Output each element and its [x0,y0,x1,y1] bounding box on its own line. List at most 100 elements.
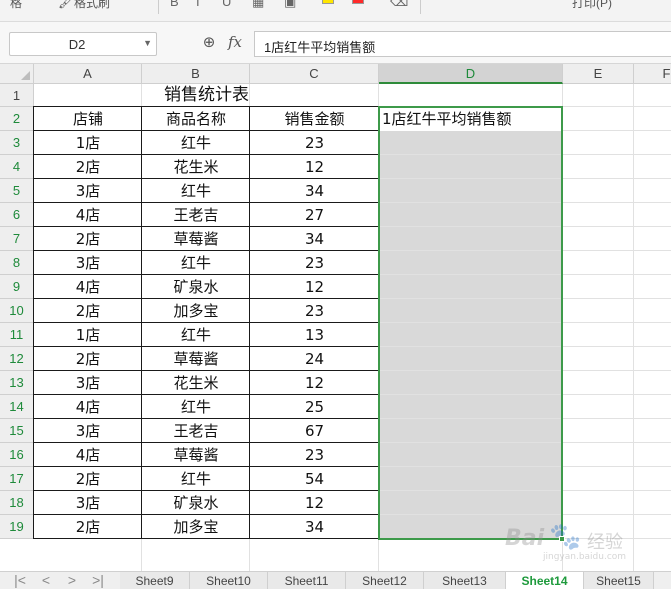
table-cell[interactable]: 25 [250,395,379,419]
table-cell[interactable]: 1店 [34,323,142,347]
table-cell[interactable]: 3店 [34,371,142,395]
toolbar-fragment-1[interactable]: 格 [10,0,22,11]
table-cell[interactable]: 4店 [34,395,142,419]
row-header-7[interactable]: 7 [0,227,34,251]
table-cell[interactable]: 红牛 [142,323,250,347]
row-header-5[interactable]: 5 [0,179,34,203]
row-header-16[interactable]: 16 [0,443,34,467]
next-icon[interactable]: > [64,572,80,589]
row-header-15[interactable]: 15 [0,419,34,443]
tab-sheet11[interactable]: Sheet11 [268,572,346,589]
table-cell[interactable]: 加多宝 [142,515,250,539]
chevron-down-icon[interactable]: ▼ [143,38,152,48]
table-cell[interactable]: 3店 [34,419,142,443]
sheet-title[interactable]: 销售统计表 [34,84,379,107]
table-cell[interactable]: 12 [250,155,379,179]
table-cell[interactable]: 红牛 [142,467,250,491]
table-cell[interactable]: 34 [250,179,379,203]
table-cell[interactable]: 12 [250,275,379,299]
first-icon[interactable]: |< [12,572,28,589]
table-cell[interactable]: 12 [250,371,379,395]
table-cell[interactable]: 67 [250,419,379,443]
table-cell[interactable]: 1店 [34,131,142,155]
table-cell[interactable]: 花生米 [142,371,250,395]
table-cell[interactable]: 2店 [34,155,142,179]
table-cell[interactable]: 红牛 [142,251,250,275]
border-icon[interactable]: ▦ [252,0,264,10]
toolbar-fragment-2[interactable]: 格式刷 [74,0,110,11]
toolbar-fragment-3[interactable]: 打印(P) [572,0,612,11]
underline-icon[interactable]: U [222,0,231,9]
table-header-cell[interactable]: 销售金额 [250,107,379,131]
row-header-2[interactable]: 2 [0,107,34,131]
table-cell[interactable]: 3店 [34,491,142,515]
column-header-b[interactable]: B [142,64,250,84]
row-header-9[interactable]: 9 [0,275,34,299]
tab-sheet15[interactable]: Sheet15 [584,572,654,589]
last-icon[interactable]: >| [90,572,106,589]
row-header-11[interactable]: 11 [0,323,34,347]
tab-sheet13[interactable]: Sheet13 [424,572,506,589]
table-cell[interactable]: 3店 [34,251,142,275]
tab-sheet12[interactable]: Sheet12 [346,572,424,589]
table-header-cell[interactable]: 店铺 [34,107,142,131]
table-cell[interactable]: 红牛 [142,131,250,155]
table-cell[interactable]: 34 [250,515,379,539]
table-cell[interactable]: 王老吉 [142,203,250,227]
table-cell[interactable]: 加多宝 [142,299,250,323]
table-cell[interactable]: 花生米 [142,155,250,179]
row-header-1[interactable]: 1 [0,84,34,107]
row-header-6[interactable]: 6 [0,203,34,227]
table-cell[interactable]: 矿泉水 [142,275,250,299]
table-cell[interactable]: 34 [250,227,379,251]
table-cell[interactable]: 王老吉 [142,419,250,443]
table-cell[interactable]: 23 [250,299,379,323]
table-cell[interactable]: 54 [250,467,379,491]
table-header-cell[interactable]: 商品名称 [142,107,250,131]
row-header-4[interactable]: 4 [0,155,34,179]
table-cell[interactable]: 4店 [34,275,142,299]
table-cell[interactable]: 23 [250,443,379,467]
table-cell[interactable]: 草莓酱 [142,443,250,467]
table-cell[interactable]: 红牛 [142,179,250,203]
table-cell[interactable]: 2店 [34,347,142,371]
table-cell[interactable]: 草莓酱 [142,227,250,251]
active-cell-d2[interactable]: 1店红牛平均销售额 [379,107,563,131]
column-header-e[interactable]: E [563,64,634,84]
tab-sheet10[interactable]: Sheet10 [190,572,268,589]
table-cell[interactable]: 4店 [34,443,142,467]
row-header-8[interactable]: 8 [0,251,34,275]
fx-icon[interactable]: fx [228,33,248,53]
clear-icon[interactable]: ⌫ [390,0,408,10]
italic-icon[interactable]: I [196,0,200,9]
format-painter-icon[interactable]: 🖌 [58,0,75,10]
table-cell[interactable]: 草莓酱 [142,347,250,371]
table-cell[interactable]: 13 [250,323,379,347]
tab-sheet14[interactable]: Sheet14 [506,572,584,589]
table-cell[interactable]: 23 [250,131,379,155]
row-header-19[interactable]: 19 [0,515,34,539]
font-color-icon[interactable] [352,0,364,4]
column-header-c[interactable]: C [250,64,379,84]
table-cell[interactable]: 3店 [34,179,142,203]
column-header-f[interactable]: F [634,64,671,84]
table-cell[interactable]: 2店 [34,227,142,251]
table-cell[interactable]: 2店 [34,515,142,539]
column-header-a[interactable]: A [34,64,142,84]
table-cell[interactable]: 2店 [34,467,142,491]
table-cell[interactable]: 矿泉水 [142,491,250,515]
table-cell[interactable]: 27 [250,203,379,227]
table-cell[interactable]: 24 [250,347,379,371]
spreadsheet-grid[interactable]: A B C D E F 1 2 3 4 5 6 7 8 9 10 11 12 13 14 15 16 17 18 19 销售统计表… [0,64,671,571]
formula-input[interactable]: 1店红牛平均销售额 [254,31,671,57]
table-cell[interactable]: 4店 [34,203,142,227]
row-header-14[interactable]: 14 [0,395,34,419]
table-cell[interactable]: 12 [250,491,379,515]
zoom-icon[interactable]: ⊕ [200,34,218,52]
table-cell[interactable]: 2店 [34,299,142,323]
fill-color-icon[interactable] [322,0,334,4]
name-box[interactable]: D2 ▼ [9,32,157,56]
row-header-17[interactable]: 17 [0,467,34,491]
row-header-12[interactable]: 12 [0,347,34,371]
row-header-18[interactable]: 18 [0,491,34,515]
